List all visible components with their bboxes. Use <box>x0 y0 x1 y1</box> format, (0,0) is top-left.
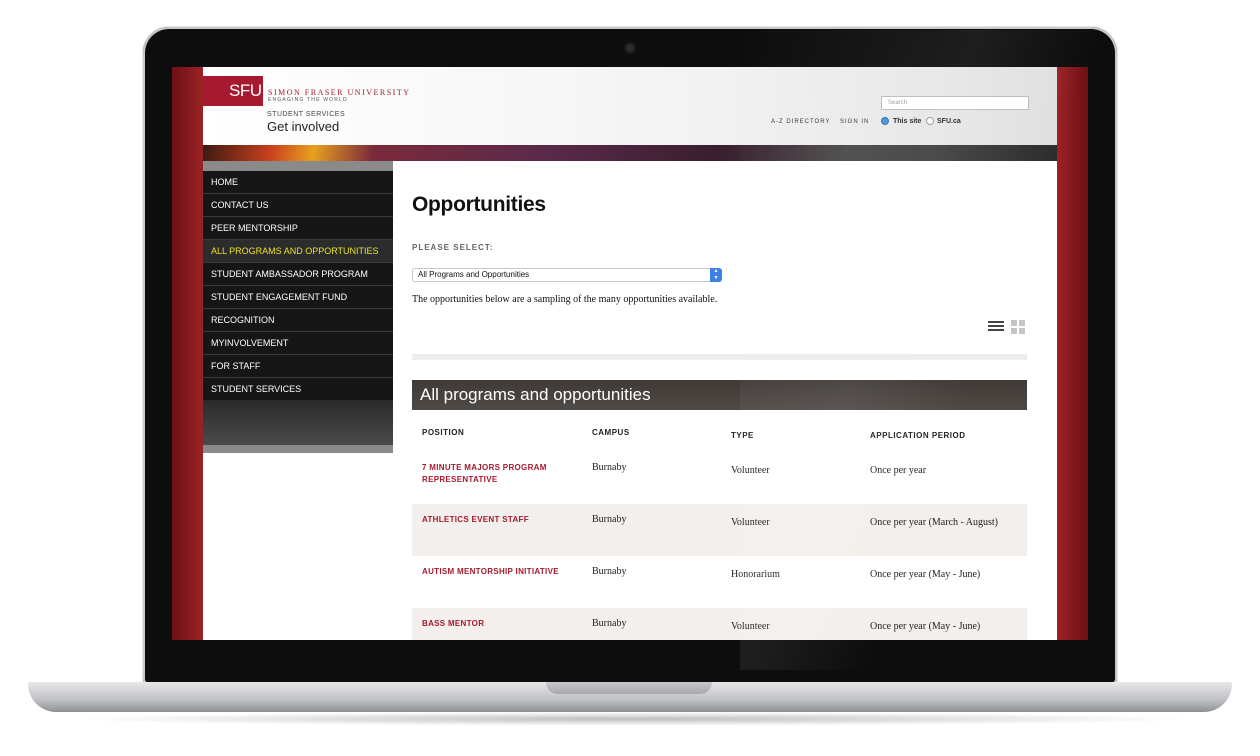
sfu-logo[interactable]: SFU <box>203 76 263 106</box>
type-cell: Honorarium <box>731 569 780 580</box>
laptop-notch <box>546 682 712 694</box>
column-header-period: APPLICATION PERIOD <box>870 431 966 440</box>
type-cell: Volunteer <box>731 621 770 632</box>
sidebar: HOME CONTACT US PEER MENTORSHIP ALL PROG… <box>203 161 393 453</box>
laptop-shadow <box>60 712 1200 726</box>
radio-sfu-ca-label: SFU.ca <box>937 118 961 125</box>
table-row: AUTISM MENTORSHIP INITIATIVE Burnaby Hon… <box>412 556 1027 608</box>
position-link[interactable]: AUTISM MENTORSHIP INITIATIVE <box>422 566 572 578</box>
radio-this-site[interactable] <box>881 117 889 125</box>
sidebar-item-home[interactable]: HOME <box>203 171 393 194</box>
grid-view-icon[interactable] <box>1011 320 1026 335</box>
campus-cell: Burnaby <box>592 618 627 629</box>
search-input[interactable]: Search <box>881 96 1029 110</box>
left-background <box>172 67 203 640</box>
sidebar-item-myinvolvement[interactable]: MYINVOLVEMENT <box>203 332 393 355</box>
section-title: All programs and opportunities <box>420 385 651 404</box>
period-cell: Once per year (May - June) <box>870 569 981 580</box>
type-cell: Volunteer <box>731 517 770 528</box>
university-tagline: ENGAGING THE WORLD <box>268 97 348 103</box>
intro-text: The opportunities below are a sampling o… <box>412 294 718 305</box>
period-cell: Once per year <box>870 465 927 476</box>
period-cell: Once per year (May - June) <box>870 621 981 632</box>
campus-cell: Burnaby <box>592 566 627 577</box>
site-title[interactable]: Get involved <box>267 119 339 134</box>
sidebar-item-for-staff[interactable]: FOR STAFF <box>203 355 393 378</box>
column-header-type: TYPE <box>731 431 754 440</box>
right-background <box>1057 67 1088 640</box>
position-link[interactable]: BASS MENTOR <box>422 618 572 630</box>
sidebar-item-recognition[interactable]: RECOGNITION <box>203 309 393 332</box>
sidebar-item-student-ambassador[interactable]: STUDENT AMBASSADOR PROGRAM <box>203 263 393 286</box>
column-header-campus: CAMPUS <box>592 428 630 437</box>
position-link[interactable]: ATHLETICS EVENT STAFF <box>422 514 572 526</box>
laptop-screen: SFU SIMON FRASER UNIVERSITY ENGAGING THE… <box>172 67 1088 640</box>
site-header: SFU SIMON FRASER UNIVERSITY ENGAGING THE… <box>203 67 1057 145</box>
sidebar-item-student-services[interactable]: STUDENT SERVICES <box>203 378 393 401</box>
department-name[interactable]: STUDENT SERVICES <box>267 111 345 118</box>
select-label: PLEASE SELECT: <box>412 243 494 252</box>
campus-cell: Burnaby <box>592 462 627 473</box>
campus-cell: Burnaby <box>592 514 627 525</box>
sidebar-bottom-bar <box>203 445 393 453</box>
content-divider <box>412 354 1027 360</box>
sidebar-nav: HOME CONTACT US PEER MENTORSHIP ALL PROG… <box>203 171 393 401</box>
sidebar-item-engagement-fund[interactable]: STUDENT ENGAGEMENT FUND <box>203 286 393 309</box>
table-row: BASS MENTOR Burnaby Volunteer Once per y… <box>412 608 1027 640</box>
section-header: All programs and opportunities <box>412 380 1027 410</box>
position-link[interactable]: 7 MINUTE MAJORS PROGRAM REPRESENTATIVE <box>422 462 572 486</box>
sidebar-top-bar <box>203 161 393 171</box>
sign-in-link[interactable]: SIGN IN <box>840 119 869 125</box>
period-cell: Once per year (March - August) <box>870 517 999 528</box>
select-arrows-icon: ▴ ▾ <box>710 268 722 282</box>
program-select-value: All Programs and Opportunities <box>418 270 530 279</box>
header-banner <box>203 145 1057 161</box>
page-title: Opportunities <box>412 193 546 216</box>
webpage: SFU SIMON FRASER UNIVERSITY ENGAGING THE… <box>203 67 1057 640</box>
program-select[interactable]: All Programs and Opportunities ▴ ▾ <box>412 268 722 282</box>
university-name[interactable]: SIMON FRASER UNIVERSITY <box>268 88 411 97</box>
type-cell: Volunteer <box>731 465 770 476</box>
webcam <box>626 44 634 52</box>
logo-text: SFU <box>229 81 262 100</box>
sidebar-footer-block <box>203 400 393 445</box>
sidebar-item-contact-us[interactable]: CONTACT US <box>203 194 393 217</box>
sidebar-item-peer-mentorship[interactable]: PEER MENTORSHIP <box>203 217 393 240</box>
list-view-icon[interactable] <box>988 321 1004 333</box>
az-directory-link[interactable]: A-Z DIRECTORY <box>771 119 830 125</box>
radio-sfu-ca[interactable] <box>926 117 934 125</box>
column-header-position: POSITION <box>422 428 465 437</box>
radio-this-site-label: This site <box>893 118 922 125</box>
table-row: ATHLETICS EVENT STAFF Burnaby Volunteer … <box>412 504 1027 556</box>
sidebar-item-all-programs[interactable]: ALL PROGRAMS AND OPPORTUNITIES <box>203 240 393 263</box>
table-row: 7 MINUTE MAJORS PROGRAM REPRESENTATIVE B… <box>412 452 1027 504</box>
